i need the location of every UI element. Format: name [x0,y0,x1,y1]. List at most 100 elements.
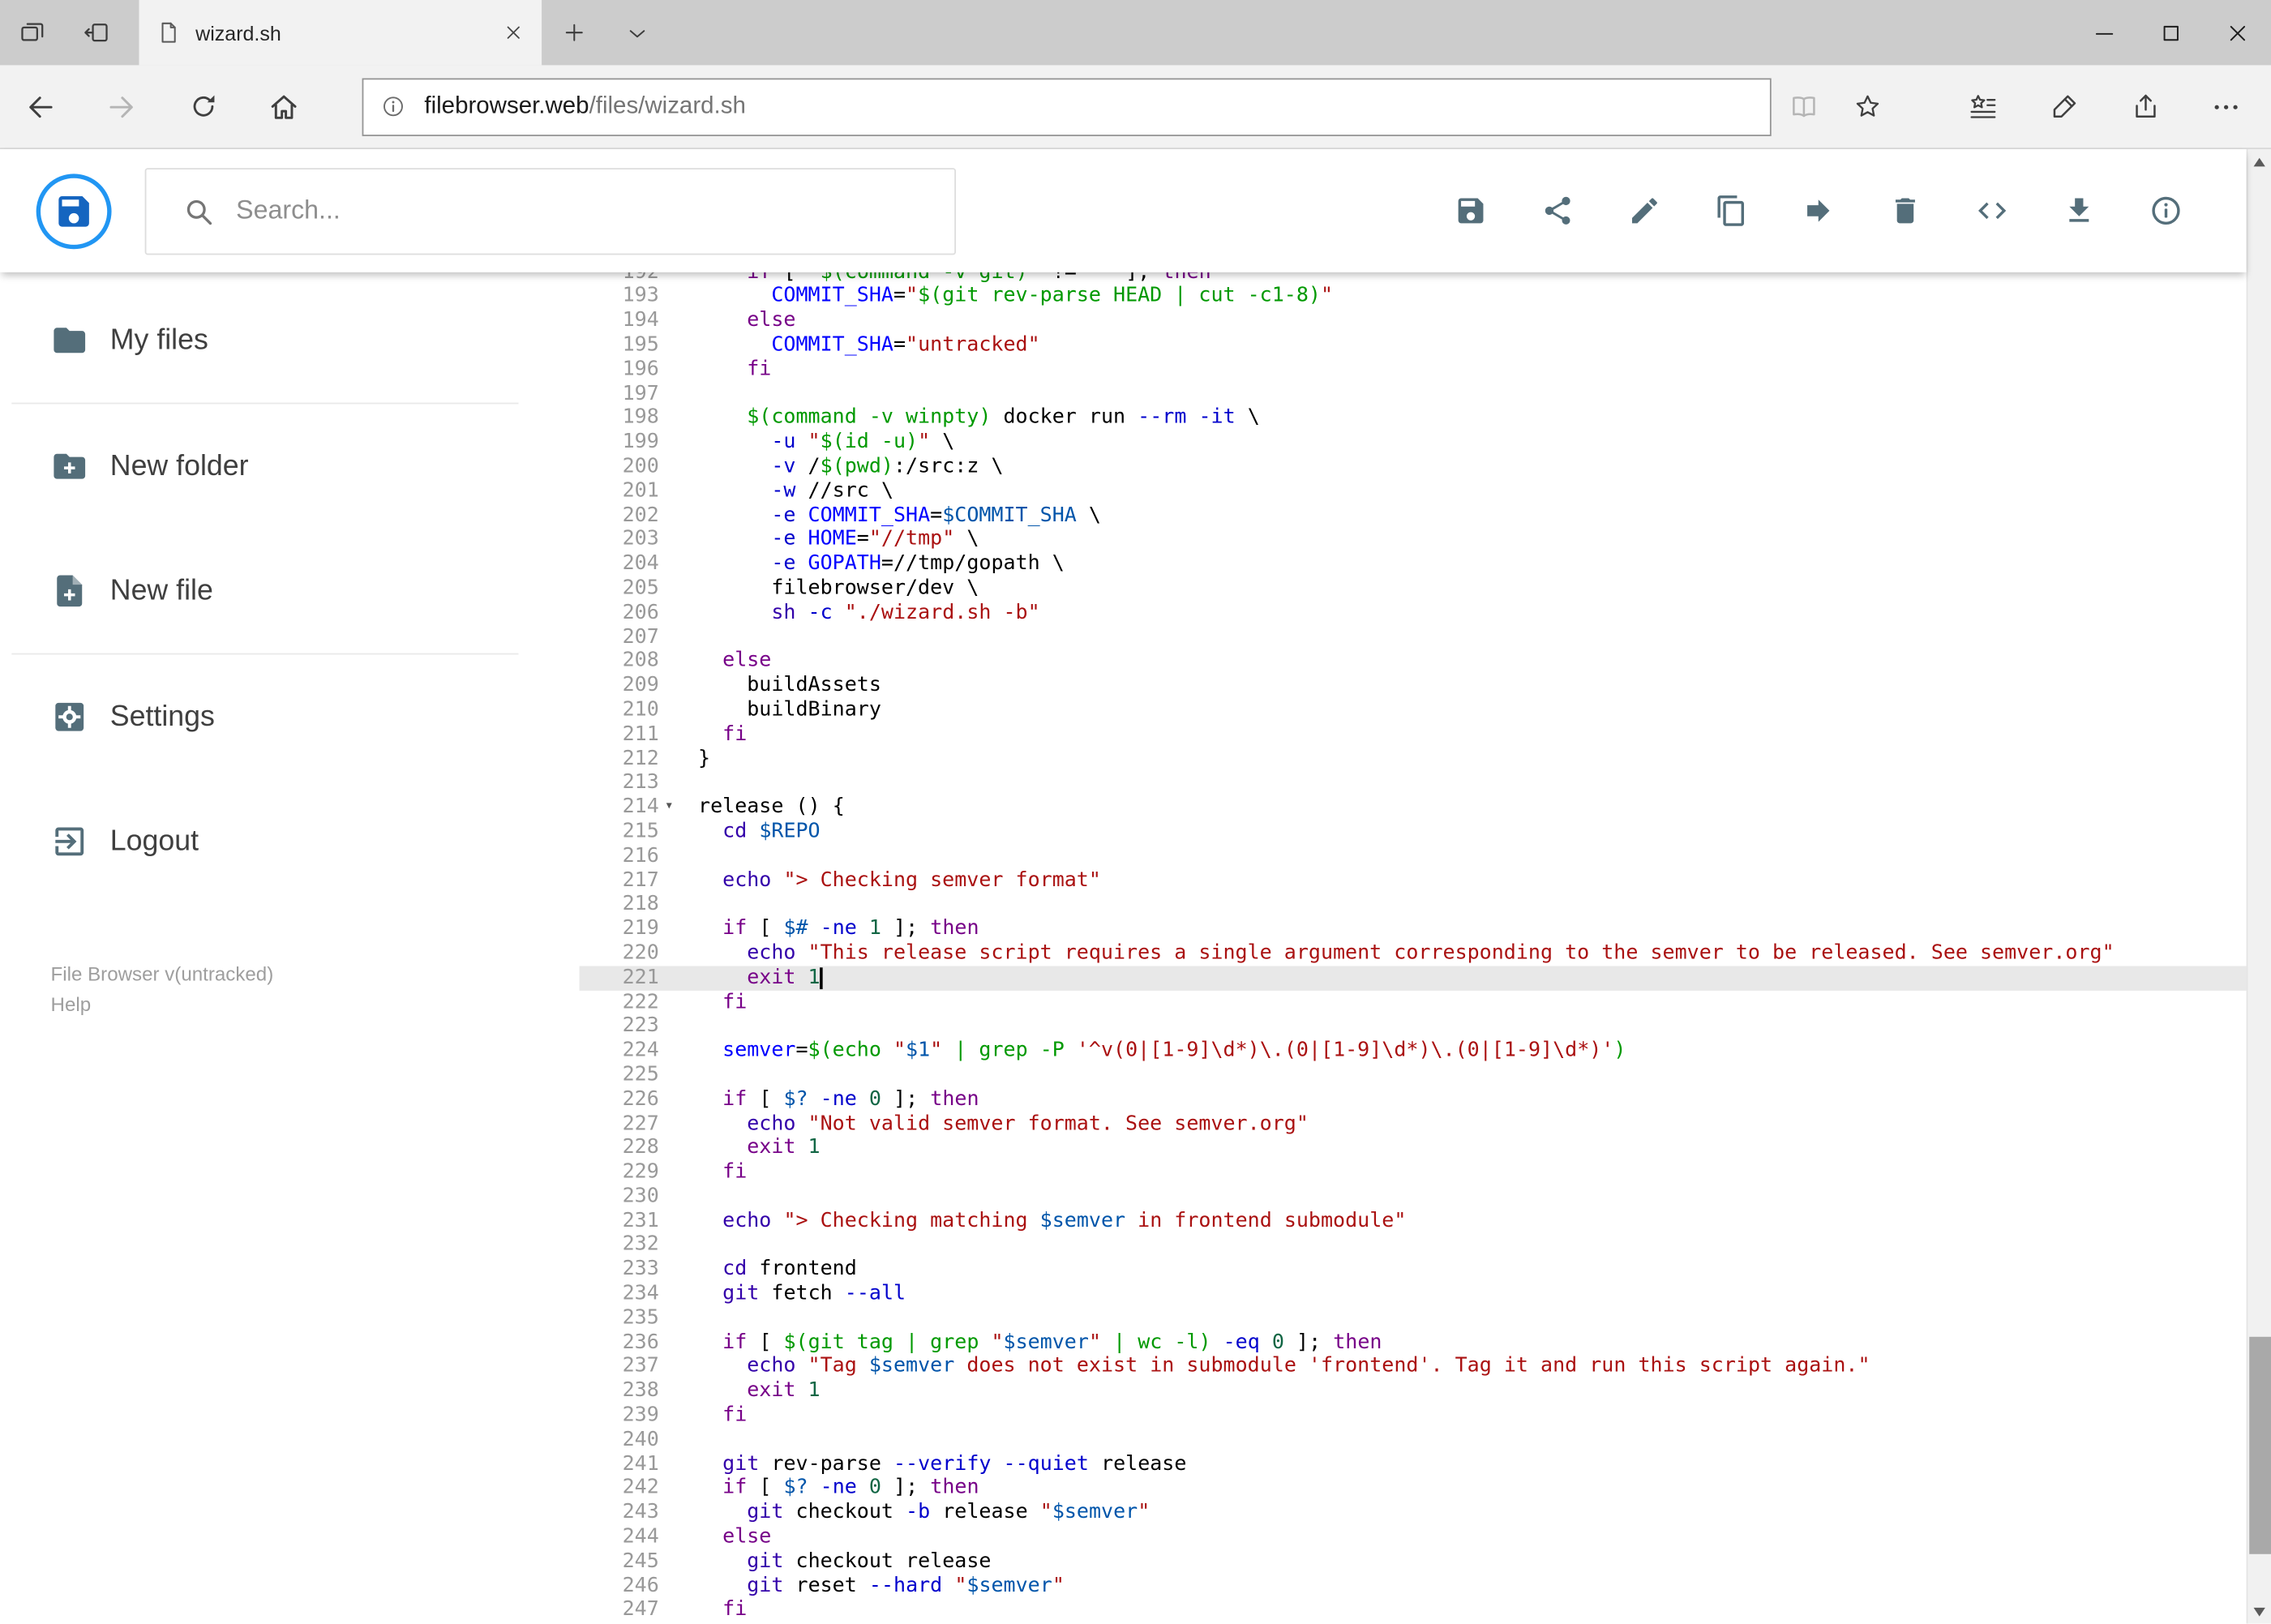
tab-list-chevron-button[interactable] [606,0,670,65]
forward-button[interactable] [81,65,162,148]
share-button[interactable] [1541,194,1575,227]
maximize-button[interactable] [2138,0,2205,65]
code-line[interactable]: 208 else [580,649,2247,674]
search-box[interactable] [144,167,956,255]
code-line[interactable]: 216 [580,844,2247,868]
code-line[interactable]: 232 [580,1233,2247,1258]
code-line[interactable]: 236 if [ $(git tag | grep "$semver" | wc… [580,1330,2247,1355]
new-tab-button[interactable] [542,0,606,65]
app-logo[interactable] [36,173,112,249]
raw-view-button[interactable] [1976,194,2009,227]
sidebar-item-new-folder[interactable]: New folder [0,404,580,529]
code-line[interactable]: 211 fi [580,722,2247,747]
code-editor[interactable]: 192 if [ "$(command -v git)" != "" ]; th… [579,272,2247,1624]
code-line[interactable]: 212} [580,747,2247,771]
sidebar-item-settings[interactable]: Settings [0,654,580,779]
code-line[interactable]: 205 filebrowser/dev \ [580,576,2247,601]
browser-tab[interactable]: wizard.sh [139,0,542,66]
tab-preview-button[interactable] [0,0,64,65]
copy-button[interactable] [1715,194,1748,227]
browser-share-button[interactable] [2105,65,2186,148]
reading-view-button[interactable] [1772,65,1836,148]
code-line[interactable]: 197 [580,382,2247,406]
code-line[interactable]: 225 [580,1063,2247,1087]
code-line[interactable]: 199 -u "$(id -u)" \ [580,431,2247,455]
code-line[interactable]: 213 [580,771,2247,795]
code-line[interactable]: 242 if [ $? -ne 0 ]; then [580,1476,2247,1501]
rename-button[interactable] [1628,194,1661,227]
code-line[interactable]: 209 buildAssets [580,674,2247,698]
page-scrollbar[interactable] [2246,148,2271,1624]
code-line[interactable]: 240 [580,1428,2247,1452]
sidebar-item-my-files[interactable]: My files [0,278,580,403]
code-line[interactable]: 219 if [ $# -ne 1 ]; then [580,917,2247,941]
favorite-star-button[interactable] [1835,65,1899,148]
code-line[interactable]: 204 -e GOPATH=//tmp/gopath \ [580,552,2247,576]
code-line[interactable]: 226 if [ $? -ne 0 ]; then [580,1087,2247,1112]
scrollbar-down-button[interactable] [2247,1600,2271,1624]
download-button[interactable] [2063,194,2096,227]
code-line[interactable]: 220 echo "This release script requires a… [580,941,2247,966]
sidebar-item-new-file[interactable]: New file [0,529,580,653]
refresh-button[interactable] [162,65,243,148]
code-line[interactable]: 243 git checkout -b release "$semver" [580,1501,2247,1525]
code-line[interactable]: 233 cd frontend [580,1258,2247,1282]
code-line[interactable]: 245 git checkout release [580,1549,2247,1574]
code-line[interactable]: 224 semver=$(echo "$1" | grep -P '^v(0|[… [580,1039,2247,1063]
code-line[interactable]: 192 if [ "$(command -v git)" != "" ]; th… [580,272,2247,285]
code-line[interactable]: 194 else [580,309,2247,333]
code-line[interactable]: 231 echo "> Checking matching $semver in… [580,1209,2247,1233]
code-line[interactable]: 218 [580,893,2247,917]
code-line[interactable]: 221 exit 1 [579,965,2247,990]
site-info-icon[interactable] [381,94,405,118]
code-line[interactable]: 198 $(command -v winpty) docker run --rm… [580,406,2247,431]
tab-close-icon[interactable] [503,22,525,44]
code-line[interactable]: 229 fi [580,1160,2247,1185]
code-line[interactable]: 247 fi [580,1598,2247,1622]
search-input[interactable] [236,195,955,226]
code-line[interactable]: 207 [580,625,2247,649]
code-line[interactable]: 237 echo "Tag $semver does not exist in … [580,1355,2247,1379]
url-bar[interactable]: filebrowser.web/files/wizard.sh [362,77,1772,136]
code-line[interactable]: 241 git rev-parse --verify --quiet relea… [580,1452,2247,1476]
sidebar-item-logout[interactable]: Logout [0,779,580,904]
save-button[interactable] [1454,194,1487,227]
code-line[interactable]: 196 fi [580,358,2247,382]
code-line[interactable]: 202 -e COMMIT_SHA=$COMMIT_SHA \ [580,503,2247,528]
code-line[interactable]: 228 exit 1 [580,1136,2247,1160]
scrollbar-up-button[interactable] [2247,149,2271,174]
code-line[interactable]: 230 [580,1185,2247,1209]
fold-marker-icon[interactable]: ▾ [659,795,679,820]
code-line[interactable]: 200 -v /$(pwd):/src:z \ [580,455,2247,479]
code-line[interactable]: 234 git fetch --all [580,1282,2247,1306]
code-line[interactable]: 214 ▾ release () { [580,795,2247,820]
code-line[interactable]: 206 sh -c "./wizard.sh -b" [580,601,2247,625]
code-line[interactable]: 235 [580,1306,2247,1330]
code-line[interactable]: 217 echo "> Checking semver format" [580,868,2247,893]
code-line[interactable]: 244 else [580,1525,2247,1549]
scrollbar-thumb[interactable] [2249,1336,2271,1554]
move-button[interactable] [1802,194,1835,227]
help-link[interactable]: Help [51,989,580,1020]
code-line[interactable]: 210 buildBinary [580,698,2247,722]
close-window-button[interactable] [2205,0,2271,65]
code-line[interactable]: 239 fi [580,1403,2247,1428]
code-line[interactable]: 238 exit 1 [580,1379,2247,1403]
code-line[interactable]: 203 -e HOME="//tmp" \ [580,528,2247,552]
code-line[interactable]: 227 echo "Not valid semver format. See s… [580,1112,2247,1136]
code-line[interactable]: 201 -w //src \ [580,479,2247,503]
code-line[interactable]: 195 COMMIT_SHA="untracked" [580,333,2247,358]
code-line[interactable]: 223 [580,1014,2247,1039]
code-line[interactable]: 215 cd $REPO [580,820,2247,844]
delete-button[interactable] [1888,194,1922,227]
set-tabs-aside-button[interactable] [64,0,128,65]
code-line[interactable]: 193 COMMIT_SHA="$(git rev-parse HEAD | c… [580,285,2247,309]
ink-notes-button[interactable] [2024,65,2105,148]
home-button[interactable] [243,65,324,148]
info-button[interactable] [2149,194,2183,227]
more-options-button[interactable] [2186,65,2267,148]
code-line[interactable]: 246 git reset --hard "$semver" [580,1574,2247,1598]
hub-favorites-button[interactable] [1942,65,2023,148]
minimize-button[interactable] [2071,0,2137,65]
back-button[interactable] [0,65,81,148]
